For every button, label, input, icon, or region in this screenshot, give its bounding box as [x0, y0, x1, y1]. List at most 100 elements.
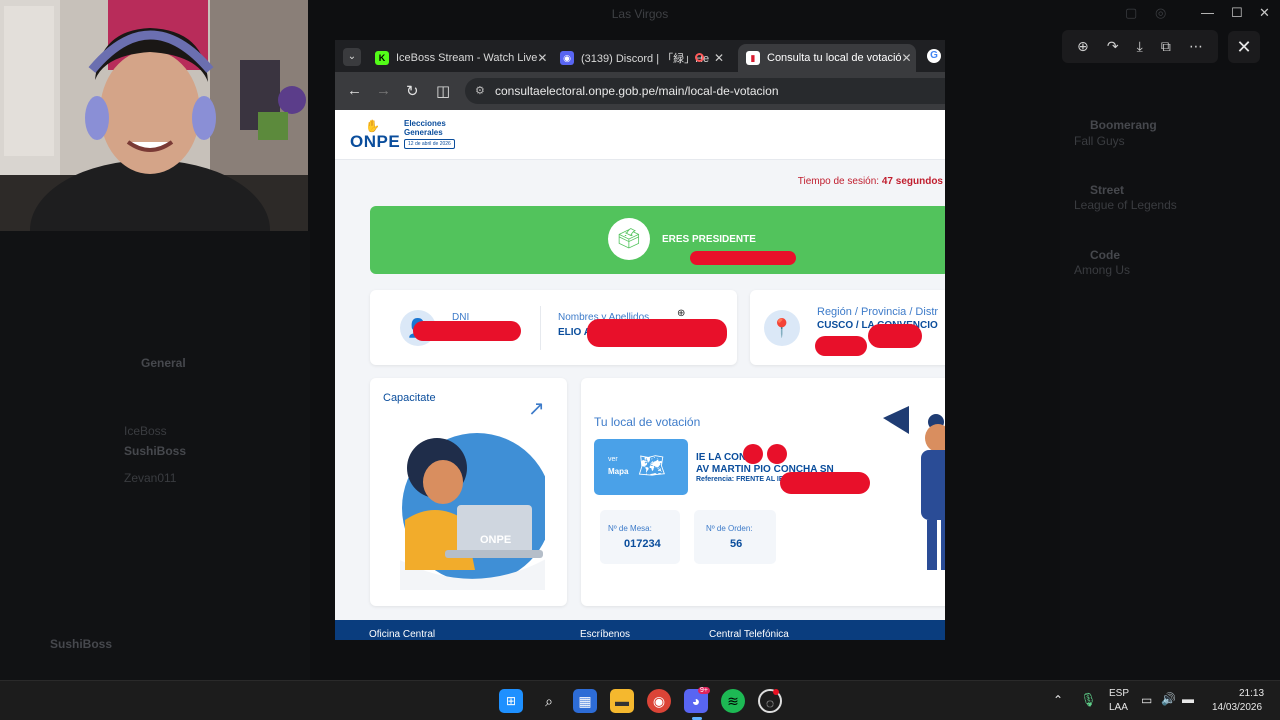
redaction-mark [743, 444, 763, 464]
role-title: ERES PRESIDENTE [662, 234, 756, 245]
footer-link-escribenos[interactable]: Escríbenos [580, 629, 630, 640]
orden-box: Nº de Orden: 56 [694, 510, 776, 564]
redo-icon[interactable]: ↷ [1107, 38, 1119, 55]
viewer-toolbar: ⊕ ↷ ⤓ ⧉ ⋯ [1062, 30, 1218, 63]
tab-search-icon[interactable]: ⌄ [343, 48, 361, 66]
reload-icon[interactable]: ↻ [406, 82, 419, 100]
tab-iceboss[interactable]: K IceBoss Stream - Watch Live ✕ [367, 44, 547, 72]
discord-channel-list: General IceBoss SushiBoss Zevan011 Sushi… [0, 231, 310, 680]
election-date: 12 de abril de 2026 [404, 139, 455, 149]
discord-activity-list: Boomerang Fall Guys Street League of Leg… [1060, 70, 1280, 680]
network-icon[interactable]: ▭ [1141, 693, 1152, 707]
ballot-box-icon: 🗳 [608, 218, 650, 260]
location-pin-icon: 📍 [764, 310, 800, 346]
activity-2: Street [1090, 183, 1125, 197]
microphone-icon[interactable]: 🎙 [1080, 692, 1097, 708]
page-content: ✋ ONPE Elecciones Generales 12 de abril … [335, 110, 945, 640]
maximize-icon[interactable]: ☐ [1231, 5, 1243, 21]
tab-strip: ⌄ K IceBoss Stream - Watch Live ✕ ◉ (313… [335, 40, 945, 72]
redaction-mark [868, 324, 922, 348]
elecciones-logo: Elecciones Generales [404, 119, 446, 137]
chrome-icon[interactable]: ◉ [647, 689, 671, 713]
redaction-mark [587, 319, 727, 347]
page-footer: Oficina Central Escríbenos Central Telef… [335, 620, 945, 640]
onpe-logo-mark-icon: ✋ [365, 119, 380, 133]
zoom-in-icon[interactable]: ⊕ [1077, 38, 1089, 55]
map-icon: 🗺 [638, 453, 666, 478]
footer-link-oficina[interactable]: Oficina Central [369, 629, 435, 640]
search-icon[interactable]: ⌕ [537, 689, 561, 713]
webcam-overlay [0, 0, 308, 231]
map-button-label: Mapa [608, 467, 629, 476]
close-icon[interactable]: ✕ [1228, 31, 1260, 63]
orden-label: Nº de Orden: [706, 524, 753, 533]
orden-value: 56 [730, 538, 743, 550]
onpe-logo[interactable]: ONPE [350, 132, 400, 152]
redaction-mark [690, 251, 796, 265]
more-icon[interactable]: ⋯ [1189, 38, 1203, 55]
language-indicator[interactable]: ESP [1109, 688, 1129, 699]
footer-link-telefono[interactable]: Central Telefónica [709, 629, 789, 640]
share-icon: ▢ [1125, 5, 1138, 20]
activity-1: Boomerang [1090, 118, 1157, 132]
activity-3: Code [1090, 248, 1120, 262]
redaction-mark [780, 472, 870, 494]
tab-close-icon[interactable]: ✕ [537, 51, 547, 65]
browser-toolbar: ← → ↻ ◫ ⚙ consultaelectoral.onpe.gob.pe/… [335, 72, 945, 110]
divider [540, 306, 541, 350]
view-map-button[interactable]: ver Mapa 🗺 [594, 439, 688, 495]
activity-3-game: Among Us [1074, 263, 1131, 277]
session-value: 47 segundos [881, 176, 943, 187]
site-info-icon[interactable]: ⚙ [475, 78, 485, 104]
channel-user-3: Zevan011 [124, 471, 177, 485]
kick-icon: K [375, 51, 389, 65]
channel-user-2: SushiBoss [124, 444, 187, 458]
session-timer: Tiempo de sesión: 47 segundos [798, 176, 943, 187]
laptop-logo: ONPE [480, 534, 512, 546]
back-icon[interactable]: ← [347, 82, 362, 99]
discord-badge: 9+ [698, 687, 710, 694]
store-icon[interactable]: ▦ [573, 689, 597, 713]
tab-onpe[interactable]: ▮ Consulta tu local de votació ✕ [738, 44, 916, 72]
school-name: IE LA CON [696, 452, 747, 463]
arrow-up-right-icon[interactable]: ↗ [528, 396, 545, 421]
download-icon[interactable]: ⤓ [1137, 38, 1143, 55]
local-title: Tu local de votación [594, 415, 701, 429]
mesa-label: Nº de Mesa: [608, 524, 652, 533]
page-header: ✋ ONPE Elecciones Generales 12 de abril … [335, 110, 945, 160]
voting-location-card: Tu local de votación ver Mapa 🗺 IE LA CO… [581, 378, 945, 606]
taskbar: ⊞ ⌕ ▦ ▬ ◉ ◕ 9+ ≋ ◌ ⌃ 🎙 ESP LAA ▭ 🔊 ▬ 21:… [0, 680, 1280, 720]
forward-icon[interactable]: → [376, 82, 391, 99]
help-icon: ◎ [1155, 5, 1167, 20]
channel-user-1: IceBoss [124, 424, 167, 438]
google-tab-icon[interactable]: G [927, 49, 941, 63]
volume-icon[interactable]: 🔊 [1161, 692, 1176, 706]
recording-icon [695, 53, 704, 62]
window-close-icon[interactable]: ✕ [1259, 5, 1270, 21]
open-external-icon[interactable]: ⧉ [1161, 38, 1171, 55]
mesa-box: Nº de Mesa: 017234 [600, 510, 680, 564]
address-bar[interactable]: ⚙ consultaelectoral.onpe.gob.pe/main/loc… [465, 78, 945, 104]
redaction-mark [815, 336, 867, 356]
keyboard-layout[interactable]: LAA [1109, 702, 1128, 713]
mouse-cursor-icon: ⊕ [677, 308, 686, 319]
tray-chevron-icon[interactable]: ⌃ [1053, 693, 1063, 707]
minimize-icon[interactable]: — [1201, 5, 1214, 20]
spotify-icon[interactable]: ≋ [721, 689, 745, 713]
file-explorer-icon[interactable]: ▬ [610, 689, 634, 713]
session-label: Tiempo de sesión: [797, 176, 880, 187]
role-banner: 🗳 ERES PRESIDENTE [370, 206, 945, 274]
tab-close-icon[interactable]: ✕ [902, 51, 912, 65]
tab-close-icon[interactable]: ✕ [714, 51, 724, 65]
tab-discord[interactable]: ◉ (3139) Discord | 「緑」He ✕ [552, 44, 732, 72]
onpe-favicon-icon: ▮ [746, 51, 760, 65]
tab-label: Consulta tu local de votació [767, 52, 902, 64]
clock-time[interactable]: 21:13 [1239, 688, 1264, 699]
clock-date[interactable]: 14/03/2026 [1212, 702, 1262, 713]
start-icon[interactable]: ⊞ [499, 689, 523, 713]
discord-username: SushiBoss [50, 637, 113, 651]
battery-icon[interactable]: ▬ [1182, 692, 1194, 706]
capacitate-card[interactable]: Capacitate ↗ ONPE [370, 378, 567, 606]
split-view-icon[interactable]: ◫ [436, 82, 450, 100]
map-button-label-top: ver [608, 456, 618, 463]
